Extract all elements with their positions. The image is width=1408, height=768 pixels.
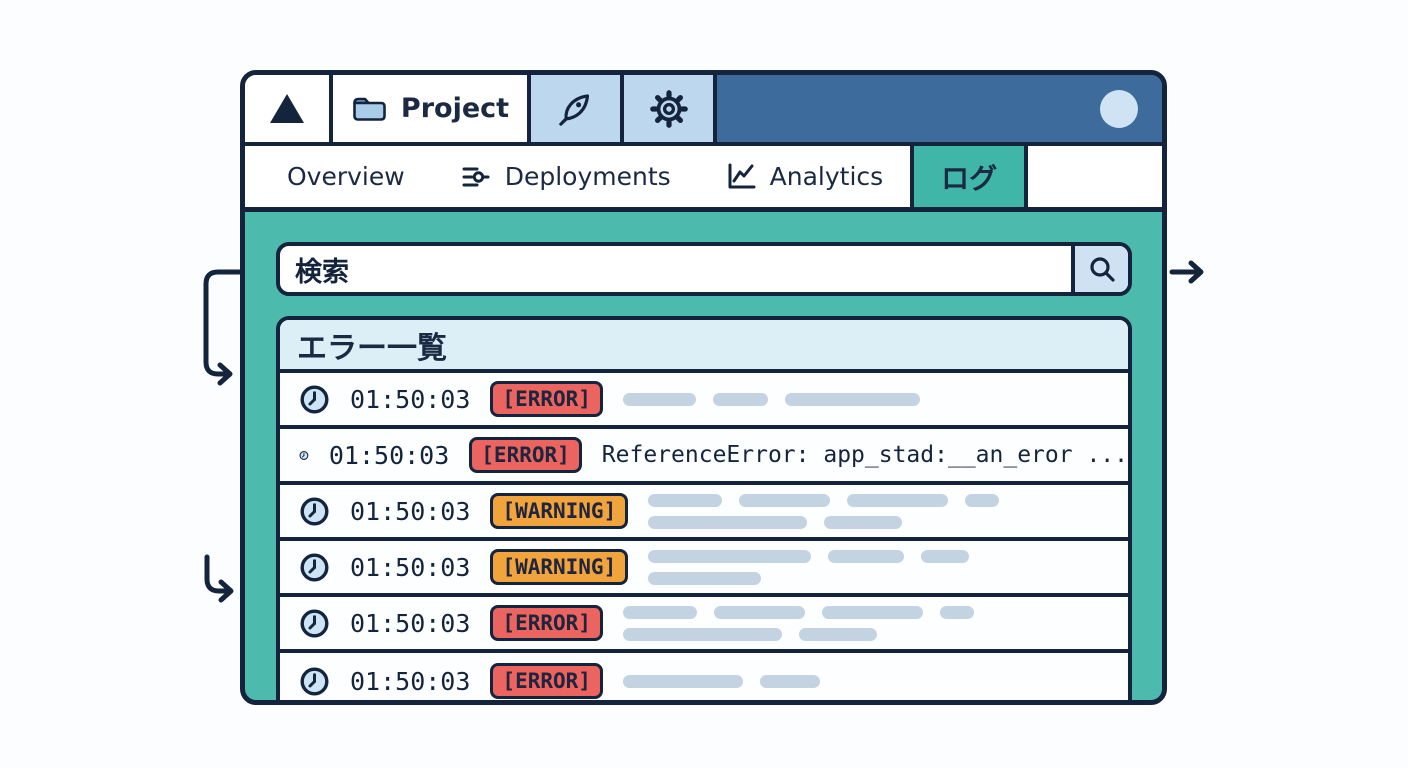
user-avatar[interactable] [1100,90,1138,128]
log-level-badge: [ERROR] [469,437,582,473]
error-list-panel: エラー一覧 01:50:03 [ERROR] [276,316,1132,705]
logs-content-panel: エラー一覧 01:50:03 [ERROR] [245,212,1162,705]
tab-deployments-label: Deployments [505,162,671,191]
search-icon [1087,254,1117,284]
clock-icon [299,440,309,471]
clock-icon [299,384,330,415]
log-level-badge: [WARNING] [490,549,628,585]
log-timestamp: 01:50:03 [350,553,470,582]
clock-icon [299,608,330,639]
tab-bar-spacer [1028,146,1162,207]
log-message-skeleton [623,675,820,688]
log-level-badge: [ERROR] [490,663,603,699]
log-level-badge: [ERROR] [490,605,603,641]
log-row[interactable]: 01:50:03 [ERROR] ReferenceError: app_sta… [280,429,1128,485]
tab-bar: Overview Deployments Analyt [245,146,1162,212]
clock-icon [299,552,330,583]
log-row[interactable]: 01:50:03 [WARNING] [280,485,1128,541]
flow-arrow-left-down [207,557,231,600]
rocket-icon [553,86,599,132]
log-timestamp: 01:50:03 [350,497,470,526]
tab-overview-label: Overview [287,162,405,191]
log-row[interactable]: 01:50:03 [ERROR] [280,373,1128,429]
search-button[interactable] [1071,246,1128,292]
log-timestamp: 01:50:03 [350,667,470,696]
search-input[interactable] [280,246,1071,292]
app-logo-button[interactable] [245,75,333,142]
account-strip [717,75,1162,142]
flow-arrow-left-elbow [206,272,240,383]
line-chart-icon [725,161,758,192]
log-message-skeleton [623,606,974,641]
folder-icon [351,93,388,125]
tab-logs-active[interactable]: ログ [910,146,1028,207]
log-level-badge: [ERROR] [490,381,603,417]
app-window: Project [240,70,1167,705]
tab-analytics[interactable]: Analytics [725,146,884,207]
sliders-icon [459,161,493,193]
log-search-bar [276,242,1132,296]
log-row[interactable]: 01:50:03 [ERROR] [280,653,1128,705]
log-message-text: ReferenceError: app_stad:__an_eror ... [602,442,1128,468]
log-row[interactable]: 01:50:03 [WARNING] [280,541,1128,597]
log-timestamp: 01:50:03 [350,385,470,414]
tab-overview[interactable]: Overview [287,146,405,207]
log-message-skeleton [623,393,920,406]
clock-icon [299,496,330,527]
log-level-badge: [WARNING] [490,493,628,529]
tab-deployments[interactable]: Deployments [459,146,671,207]
log-row[interactable]: 01:50:03 [ERROR] [280,597,1128,653]
tab-logs-label: ログ [941,157,997,197]
tab-analytics-label: Analytics [770,162,884,191]
error-list-header: エラー一覧 [280,320,1128,373]
log-timestamp: 01:50:03 [329,441,449,470]
log-message-skeleton [648,550,969,585]
log-timestamp: 01:50:03 [350,609,470,638]
deploy-rocket-button[interactable] [531,75,624,142]
window-topbar: Project [245,75,1162,146]
gear-icon [646,86,692,132]
project-title[interactable]: Project [333,75,531,142]
triangle-logo-icon [268,92,306,126]
clock-icon [299,666,330,697]
project-label: Project [401,93,509,124]
error-list-title: エラー一覧 [297,323,447,367]
flow-arrow-right [1172,263,1201,281]
log-message-skeleton [648,494,999,529]
settings-button[interactable] [624,75,717,142]
